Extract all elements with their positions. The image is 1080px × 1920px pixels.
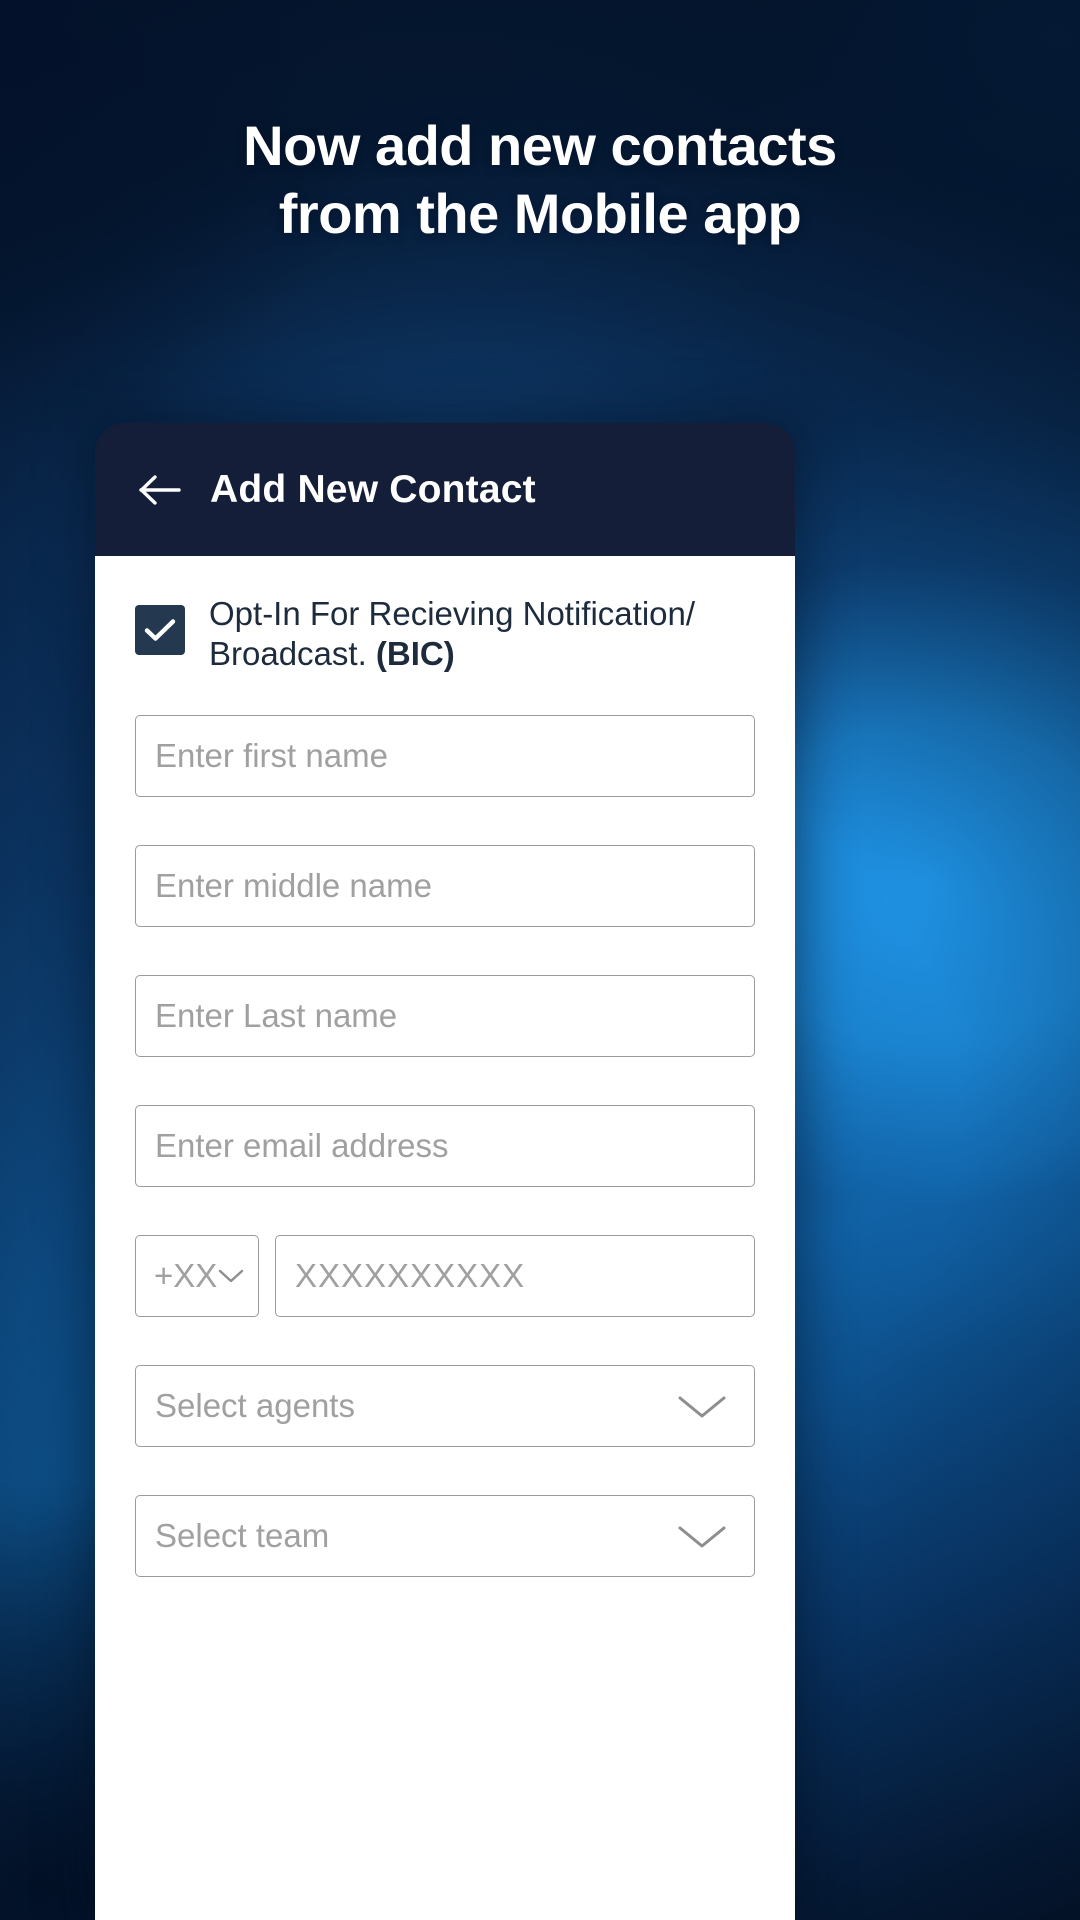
field-spacer <box>135 797 755 845</box>
arrow-left-icon[interactable] <box>136 468 184 512</box>
field-spacer <box>135 927 755 975</box>
check-icon <box>144 619 176 641</box>
first-name-placeholder: Enter first name <box>155 736 388 774</box>
phone-number-placeholder: XXXXXXXXXX <box>295 1256 526 1294</box>
middle-name-input[interactable]: Enter middle name <box>135 844 755 927</box>
promo-headline-line-1: Now add new contacts <box>243 114 837 177</box>
promo-headline-line-2: from the Mobile app <box>278 182 802 246</box>
add-contact-form: Opt-In For Recieving Notification/ Broad… <box>95 556 795 1920</box>
field-spacer <box>135 1057 755 1105</box>
field-spacer <box>135 1447 755 1495</box>
chevron-down-icon <box>678 1396 726 1417</box>
last-name-input[interactable]: Enter Last name <box>135 974 755 1057</box>
email-placeholder: Enter email address <box>155 1126 449 1164</box>
promo-headline: Now add new contacts from the Mobile app <box>0 112 1080 249</box>
team-placeholder: Select team <box>155 1516 330 1554</box>
chevron-down-icon <box>219 1269 244 1282</box>
phone-number-input[interactable]: XXXXXXXXXX <box>275 1234 755 1317</box>
country-code-value: +XX <box>154 1256 218 1294</box>
middle-name-placeholder: Enter middle name <box>155 866 432 904</box>
app-bar: Add New Contact <box>95 423 795 556</box>
optin-label-bic: (BIC) <box>375 635 455 673</box>
phone-mockup: Add New Contact Opt-In For Recieving Not… <box>95 423 795 1920</box>
chevron-down-icon <box>678 1526 726 1547</box>
optin-row[interactable]: Opt-In For Recieving Notification/ Broad… <box>135 556 755 675</box>
optin-checkbox[interactable] <box>135 605 185 655</box>
country-code-select[interactable]: +XX <box>135 1234 259 1317</box>
field-spacer <box>135 1187 755 1235</box>
first-name-input[interactable]: Enter first name <box>135 714 755 797</box>
field-spacer <box>135 1317 755 1365</box>
last-name-placeholder: Enter Last name <box>155 996 398 1034</box>
agents-placeholder: Select agents <box>155 1386 355 1424</box>
page-title: Add New Contact <box>210 467 536 511</box>
agents-select[interactable]: Select agents <box>135 1364 755 1447</box>
phone-row: +XX XXXXXXXXXX <box>135 1234 755 1317</box>
email-input[interactable]: Enter email address <box>135 1104 755 1187</box>
team-select[interactable]: Select team <box>135 1494 755 1577</box>
optin-label: Opt-In For Recieving Notification/ Broad… <box>209 594 729 675</box>
